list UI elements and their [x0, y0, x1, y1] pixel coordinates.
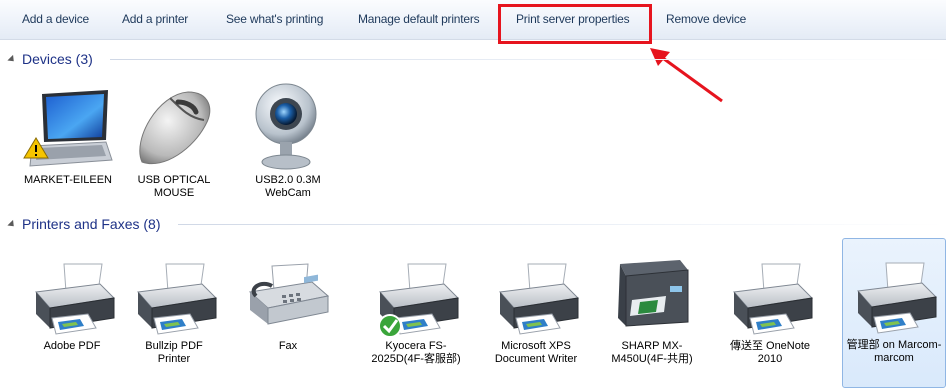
annotation-arrow-icon	[650, 48, 723, 103]
printer-tile[interactable]: Microsoft XPS Document Writer	[488, 262, 584, 366]
device-tile[interactable]: USB2.0 0.3M WebCam	[240, 78, 336, 200]
printer-tile[interactable]: Bullzip PDF Printer	[126, 262, 222, 366]
printer-label: Microsoft XPS Document Writer	[494, 340, 578, 365]
printer-label: 傳送至 OneNote 2010	[729, 340, 811, 365]
printer-tile[interactable]: Adobe PDF	[24, 262, 120, 353]
device-label: MARKET-EILEEN	[23, 174, 113, 186]
add-device-button[interactable]: Add a device	[22, 12, 89, 26]
printer-tile[interactable]: Fax	[240, 262, 336, 353]
printer-label: Fax	[278, 340, 298, 352]
device-label: USB2.0 0.3M WebCam	[255, 174, 321, 199]
devices-section-title: Devices (3)	[22, 51, 93, 67]
device-label: USB OPTICAL MOUSE	[137, 174, 211, 199]
printer-icon	[499, 263, 579, 335]
command-bar: Add a device Add a printer See what's pr…	[0, 0, 946, 40]
printer-icon	[857, 262, 937, 334]
see-whats-printing-button[interactable]: See what's printing	[226, 12, 323, 26]
printer-label: Adobe PDF	[43, 340, 101, 352]
multifunction-printer-icon	[618, 260, 689, 327]
printer-tile[interactable]: SHARP MX-M450U(4F-共用)	[604, 256, 700, 366]
collapse-triangle-icon	[7, 54, 17, 65]
printer-tile[interactable]: Kyocera FS-2025D(4F-客服部)	[368, 262, 464, 366]
annotation-highlight-box	[498, 4, 652, 44]
manage-default-printers-button[interactable]: Manage default printers	[358, 12, 480, 26]
printers-section-title: Printers and Faxes (8)	[22, 216, 161, 232]
add-printer-button[interactable]: Add a printer	[122, 12, 188, 26]
printers-section-header[interactable]: Printers and Faxes (8)	[7, 215, 161, 233]
device-tile[interactable]: MARKET-EILEEN	[20, 88, 116, 187]
printer-icon	[733, 263, 813, 335]
laptop-warning-icon	[23, 90, 113, 167]
printer-default-icon	[378, 263, 459, 338]
printer-icon	[35, 263, 115, 335]
printers-section-divider	[178, 224, 946, 225]
device-tile[interactable]: USB OPTICAL MOUSE	[126, 84, 222, 200]
printer-tile-selected[interactable]: 管理部 on Marcom-marcom	[842, 238, 946, 388]
printer-label: Bullzip PDF Printer	[145, 340, 203, 365]
printer-icon	[137, 263, 217, 335]
mouse-icon	[139, 91, 211, 165]
devices-section-header[interactable]: Devices (3)	[7, 50, 93, 68]
printer-label: 管理部 on Marcom-marcom	[846, 339, 942, 364]
fax-icon	[248, 263, 330, 325]
printer-tile[interactable]: 傳送至 OneNote 2010	[722, 262, 818, 366]
printer-label: SHARP MX-M450U(4F-共用)	[611, 340, 693, 365]
webcam-icon	[255, 83, 317, 170]
remove-device-button[interactable]: Remove device	[666, 12, 746, 26]
printer-label: Kyocera FS-2025D(4F-客服部)	[371, 340, 461, 365]
devices-section-divider	[110, 59, 946, 60]
collapse-triangle-icon	[7, 219, 17, 230]
